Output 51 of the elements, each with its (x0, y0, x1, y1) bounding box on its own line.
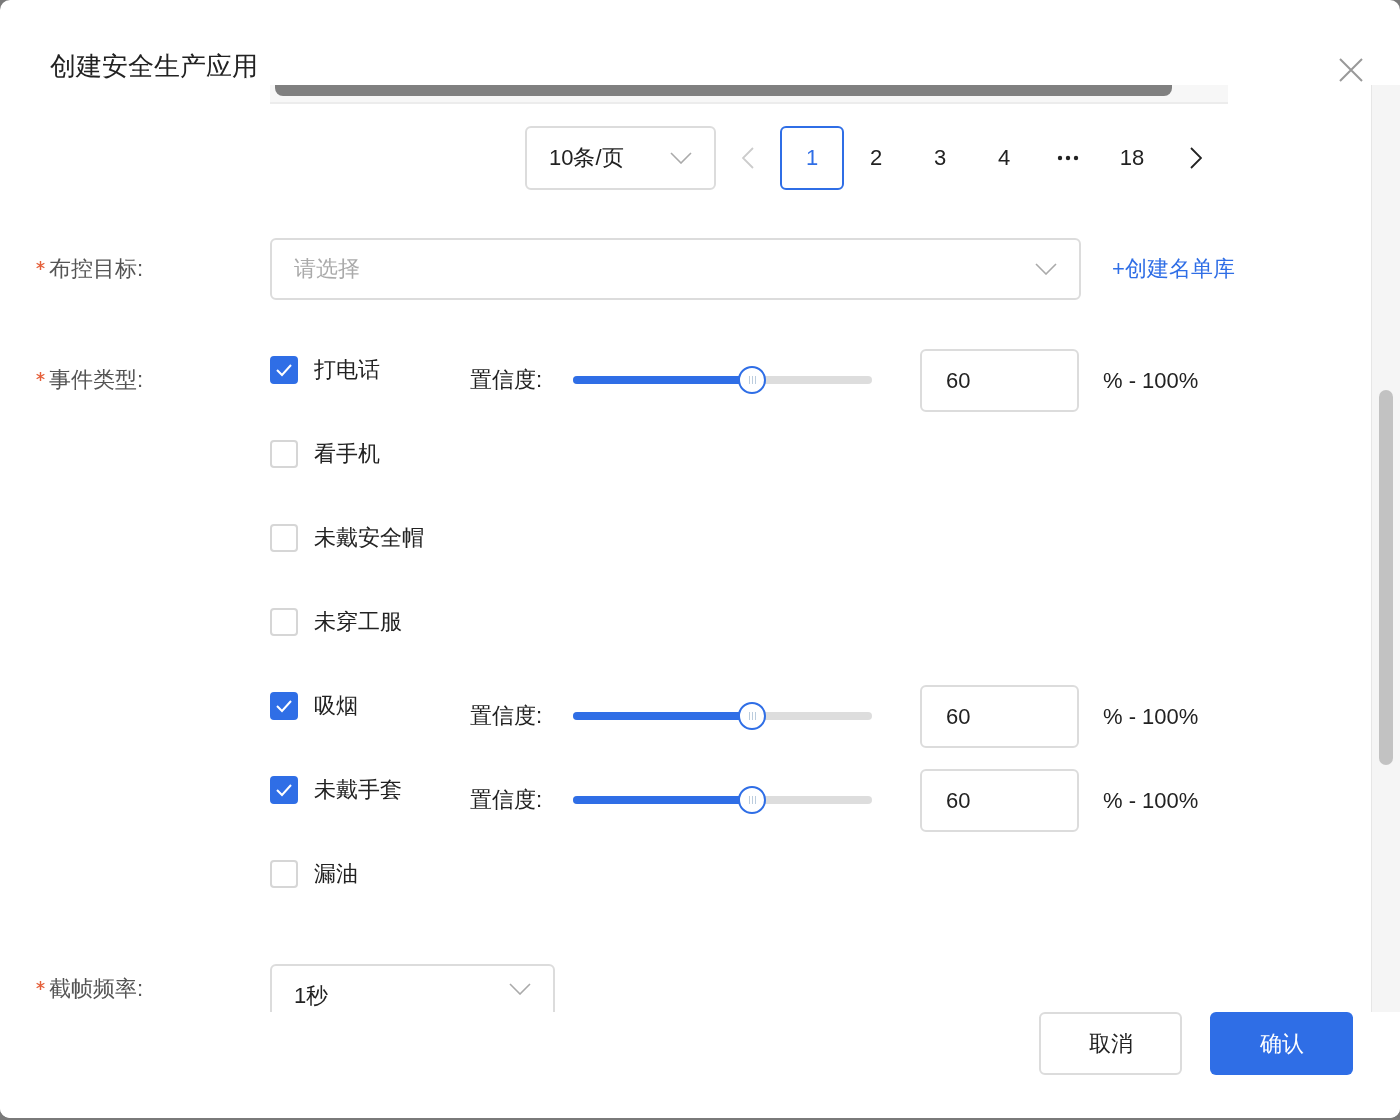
check-icon (275, 783, 293, 797)
field-label: 事件类型: (49, 366, 144, 394)
range-label: % - 100% (1103, 703, 1199, 731)
confidence-label: 置信度: (470, 366, 544, 394)
slider-thumb[interactable] (738, 786, 767, 814)
checkbox-label: 未戴手套 (314, 776, 402, 804)
page-button[interactable]: 4 (972, 126, 1036, 190)
caret-icon (670, 152, 692, 164)
field-label: 截帧频率: (49, 976, 144, 1002)
checkbox-label: 漏油 (314, 860, 358, 888)
page-button[interactable]: 1 (780, 126, 844, 190)
confirm-button[interactable]: 确认 (1210, 1012, 1353, 1075)
field-label: 布控目标: (49, 255, 144, 283)
check-icon (275, 363, 293, 377)
event-checkbox[interactable] (270, 356, 298, 384)
range-label: % - 100% (1103, 367, 1199, 395)
chevron-left-icon (742, 147, 754, 169)
confidence-slider[interactable] (573, 365, 872, 395)
vertical-scrollbar[interactable] (1371, 85, 1400, 1012)
check-icon (275, 699, 293, 713)
confidence-input[interactable]: 60 (920, 685, 1079, 748)
close-icon[interactable] (1338, 57, 1364, 83)
dialog-title: 创建安全生产应用 (50, 50, 258, 83)
slider-thumb[interactable] (738, 366, 767, 394)
event-checkbox[interactable] (270, 776, 298, 804)
checkbox-label: 未戴安全帽 (314, 524, 424, 552)
confidence-label: 置信度: (470, 702, 544, 730)
caret-icon (509, 983, 531, 995)
checkbox-label: 未穿工服 (314, 608, 402, 636)
cancel-button[interactable]: 取消 (1039, 1012, 1182, 1075)
more-pages-icon[interactable] (1057, 155, 1079, 161)
page-button[interactable]: 18 (1100, 126, 1164, 190)
chevron-right-icon (1190, 147, 1202, 169)
confidence-input[interactable]: 60 (920, 349, 1079, 412)
checkbox-label: 打电话 (314, 356, 380, 384)
confidence-slider[interactable] (573, 785, 872, 815)
event-checkbox[interactable] (270, 692, 298, 720)
range-label: % - 100% (1103, 787, 1199, 815)
slider-thumb[interactable] (738, 702, 767, 730)
create-list-link[interactable]: +创建名单库 (1112, 254, 1235, 284)
page-size-select[interactable]: 10条/页 (525, 126, 716, 190)
confidence-input[interactable]: 60 (920, 769, 1079, 832)
confidence-label: 置信度: (470, 786, 544, 814)
horizontal-scrollbar[interactable] (270, 85, 1228, 104)
page-button[interactable]: 2 (844, 126, 908, 190)
checkbox-label: 看手机 (314, 440, 380, 468)
frequency-select[interactable]: 1秒 (270, 964, 555, 1012)
page-button[interactable]: 3 (908, 126, 972, 190)
confidence-slider[interactable] (573, 701, 872, 731)
checkbox-label: 吸烟 (314, 692, 358, 720)
caret-icon (1035, 263, 1057, 275)
